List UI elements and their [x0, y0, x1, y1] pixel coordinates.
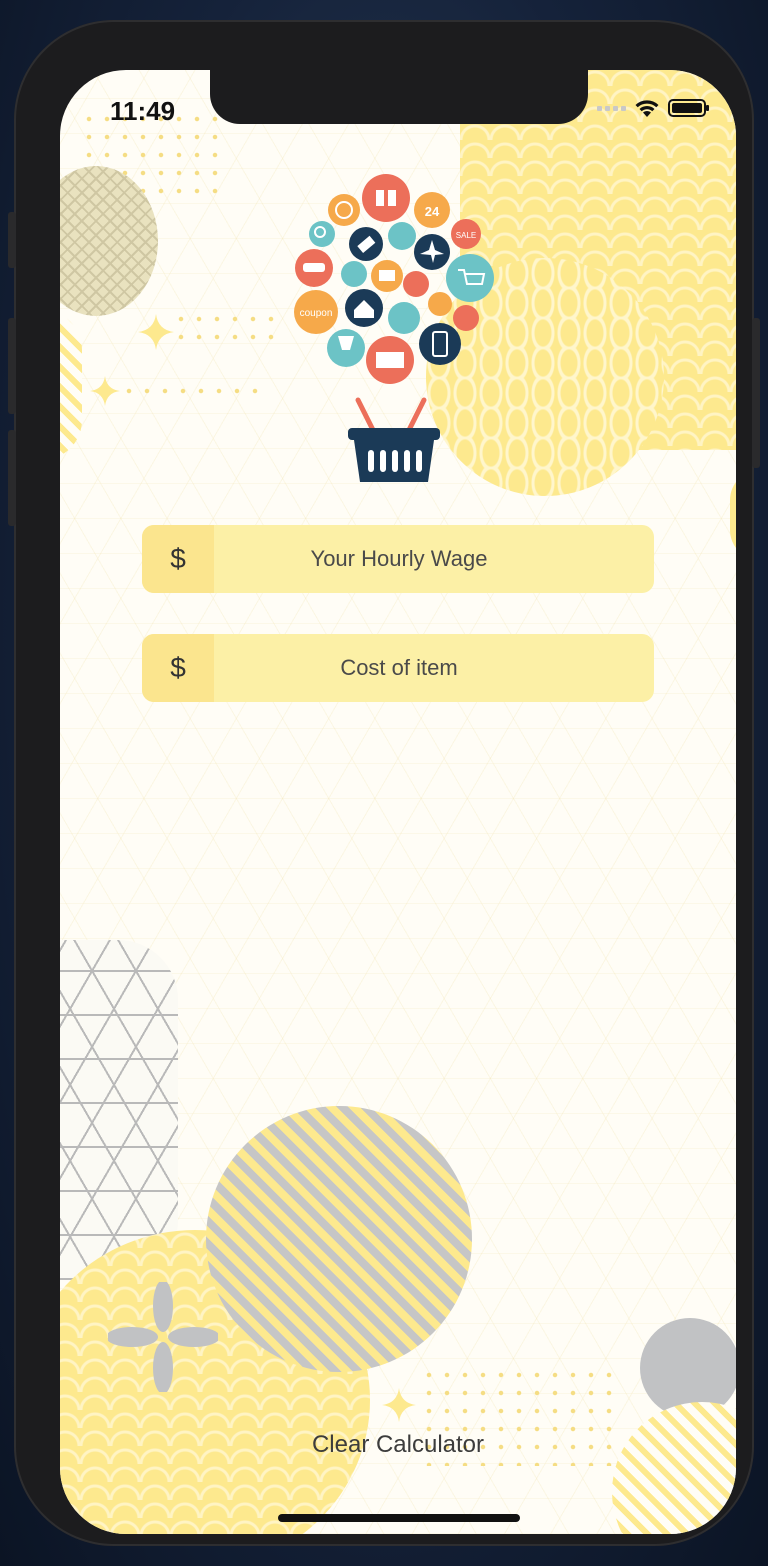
svg-text:SALE: SALE — [456, 231, 476, 240]
flower-icon — [108, 1282, 218, 1392]
power-button — [752, 318, 760, 468]
hexagon-pattern — [60, 940, 178, 1280]
location-pin-icon — [403, 271, 429, 297]
cost-of-item-field[interactable]: $ — [142, 634, 654, 702]
cost-of-item-input[interactable] — [214, 634, 654, 702]
chevron-circle — [206, 1106, 472, 1372]
basket-rim — [348, 428, 440, 440]
mute-switch — [8, 212, 16, 268]
volume-up-button — [8, 318, 16, 414]
search-icon — [309, 221, 335, 247]
dot-row — [172, 310, 282, 340]
status-icons — [597, 98, 709, 118]
status-time: 11:49 — [110, 96, 176, 126]
dollar-prefix: $ — [142, 525, 214, 593]
cloud-icon — [341, 261, 367, 287]
phone-frame: 11:49 24 SALE coupon $ Your Hourly Wage … — [8, 20, 760, 1546]
sparkle-icon — [90, 376, 120, 406]
sparkle-icon — [382, 1388, 416, 1422]
sparkle-icon — [138, 314, 174, 350]
phone-icon — [419, 323, 461, 365]
svg-text:coupon: coupon — [300, 308, 333, 319]
coffee-icon — [388, 222, 416, 250]
globe-icon — [328, 194, 360, 226]
dollar-prefix: $ — [142, 634, 214, 702]
clear-calculator-button[interactable]: Clear Calculator — [60, 1430, 736, 1460]
cart-icon — [446, 254, 494, 302]
volume-down-button — [8, 430, 16, 526]
wifi-icon — [635, 100, 659, 117]
battery-icon — [668, 99, 709, 117]
shopping-basket-logo: 24 SALE coupon — [294, 174, 494, 482]
bag-icon — [453, 305, 479, 331]
image-icon — [388, 302, 420, 334]
signal-icon — [597, 105, 626, 111]
hourly-wage-field[interactable]: $ — [142, 525, 654, 593]
dot-row — [120, 382, 260, 396]
svg-text:24: 24 — [425, 204, 440, 219]
notch — [210, 70, 588, 124]
hourly-wage-input[interactable] — [214, 525, 654, 593]
home-indicator[interactable] — [278, 1514, 520, 1522]
basket-handle — [355, 397, 377, 435]
ice-cream-icon — [428, 292, 452, 316]
app-screen: 11:49 24 SALE coupon $ Your Hourly Wage … — [60, 70, 736, 1534]
